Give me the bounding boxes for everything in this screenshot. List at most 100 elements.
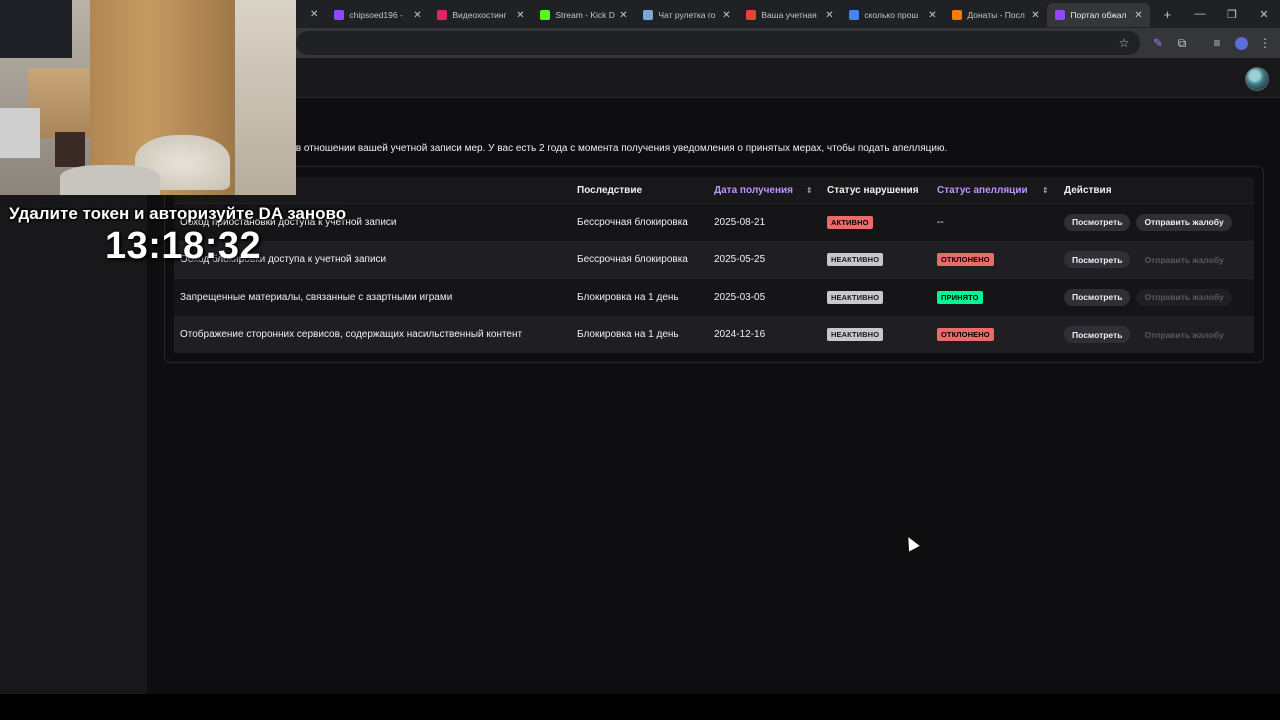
row-date: 2025-03-05	[714, 291, 766, 303]
kick-icon	[540, 10, 551, 20]
table-row: Обход блокировки доступа к учетной запис…	[174, 240, 1254, 279]
table-row: Отображение сторонних сервисов, содержащ…	[174, 315, 1254, 354]
table-header: Последствие Дата получения ⇕ Статус нару…	[174, 177, 1254, 203]
close-tab-icon[interactable]: ✕	[411, 10, 423, 21]
minimize-icon[interactable]: —	[1184, 0, 1216, 28]
send-complaint-button: Отправить жалобу	[1136, 251, 1232, 269]
close-tab-icon[interactable]: ✕	[310, 9, 318, 20]
row-date: 2025-05-25	[714, 254, 766, 266]
row-appeal-cell: ПРИНЯТО	[937, 279, 983, 316]
close-tab-icon[interactable]: ✕	[1132, 10, 1144, 21]
stream-alert-text: Удалите токен и авторизуйте DA заново	[9, 204, 347, 223]
window-controls: — ❐ ✕	[1184, 0, 1280, 28]
close-window-icon[interactable]: ✕	[1248, 0, 1280, 28]
row-violation-cell: НЕАКТИВНО	[827, 242, 884, 279]
browser-tab[interactable]: chipsoed196 - ✕	[326, 3, 429, 27]
tab-title: Видеохостинг	[452, 10, 507, 20]
row-actions: Посмотреть Отправить жалобу	[1064, 204, 1238, 241]
col-actions: Действия	[1064, 184, 1112, 196]
close-tab-icon[interactable]: ✕	[617, 10, 629, 21]
row-reason: Отображение сторонних сервисов, содержащ…	[180, 329, 523, 341]
row-appeal-cell: --	[937, 204, 944, 241]
row-appeal-cell: ОТКЛОНЕНО	[937, 242, 994, 279]
close-tab-icon[interactable]: ✕	[823, 10, 835, 21]
close-tab-icon[interactable]: ✕	[514, 10, 526, 21]
google-icon	[849, 10, 860, 20]
browser-tab[interactable]: сколько прош ✕	[841, 3, 944, 27]
view-button[interactable]: Посмотреть	[1064, 251, 1131, 269]
row-consequence: Бессрочная блокировка	[577, 216, 688, 228]
appeal-status-badge: ОТКЛОНЕНО	[937, 328, 994, 342]
twitch-icon	[334, 10, 345, 20]
taskbar-strip	[0, 694, 1280, 720]
col-date[interactable]: Дата получения	[714, 177, 793, 203]
new-tab-icon[interactable]: +	[1156, 7, 1178, 22]
address-bar[interactable]	[296, 31, 1140, 55]
send-complaint-button: Отправить жалобу	[1136, 326, 1232, 344]
row-date: 2025-08-21	[714, 216, 766, 228]
bookmark-star-icon[interactable]: ☆	[1116, 35, 1132, 51]
stream-clock: 13:18:32	[105, 225, 262, 267]
close-tab-icon[interactable]: ✕	[926, 10, 938, 21]
tab-list: chipsoed196 - ✕ Видеохостинг ✕ Stream - Kick…	[326, 1, 1151, 27]
sort-date-icon[interactable]: ⇕	[806, 177, 813, 203]
appeal-status-empty: --	[937, 216, 944, 228]
col-violation-status: Статус нарушения	[827, 184, 919, 196]
violation-status-badge: АКТИВНО	[827, 215, 873, 229]
row-consequence: Блокировка на 1 день	[577, 329, 679, 341]
send-complaint-button: Отправить жалобу	[1136, 288, 1232, 306]
row-actions: Посмотреть Отправить жалобу	[1064, 242, 1238, 279]
tab-title: Портал обжал	[1070, 10, 1127, 20]
tab-title: Чат рулетка го	[658, 10, 716, 20]
browser-menu-icon[interactable]: ⋮	[1257, 35, 1273, 51]
col-appeal-status[interactable]: Статус апелляции	[937, 177, 1028, 203]
user-avatar[interactable]	[1245, 67, 1269, 91]
restore-icon[interactable]: ❐	[1216, 0, 1248, 28]
row-consequence: Бессрочная блокировка	[577, 254, 688, 266]
tab-title: chipsoed196 -	[349, 10, 403, 20]
row-actions: Посмотреть Отправить жалобу	[1064, 317, 1238, 354]
media-controls-icon[interactable]: ≡	[1209, 35, 1225, 51]
pen-extension-icon[interactable]: ✎	[1150, 35, 1166, 51]
browser-tab[interactable]: Чат рулетка го ✕	[635, 3, 738, 27]
close-tab-icon[interactable]: ✕	[1029, 10, 1041, 21]
webcam-overlay	[0, 0, 296, 195]
profile-avatar-icon[interactable]	[1233, 35, 1249, 51]
tab-title: Stream - Kick D	[555, 10, 615, 20]
row-violation-cell: НЕАКТИВНО	[827, 317, 884, 354]
table-row: Запрещенные материалы, связанные с азарт…	[174, 278, 1254, 316]
row-violation-cell: НЕАКТИВНО	[827, 279, 884, 316]
col-consequence: Последствие	[577, 184, 643, 196]
tab-title: Донаты - Посл	[967, 10, 1025, 20]
table-body: Обход приостановки доступа к учетной зап…	[174, 203, 1254, 353]
view-button[interactable]: Посмотреть	[1064, 288, 1131, 306]
donationalerts-icon	[952, 10, 963, 20]
extensions-puzzle-icon[interactable]: ⧉	[1174, 35, 1190, 51]
browser-tab[interactable]: Видеохостинг ✕	[429, 3, 532, 27]
violation-status-badge: НЕАКТИВНО	[827, 290, 884, 304]
appeal-status-badge: ПРИНЯТО	[937, 290, 983, 304]
tab-title: сколько прош	[864, 10, 919, 20]
send-complaint-button[interactable]: Отправить жалобу	[1136, 213, 1232, 231]
row-violation-cell: АКТИВНО	[827, 204, 873, 241]
close-tab-icon[interactable]: ✕	[720, 10, 732, 21]
browser-tab[interactable]: Ваша учетная ✕	[738, 3, 841, 27]
row-date: 2024-12-16	[714, 329, 766, 341]
browser-tab[interactable]: Донаты - Посл ✕	[944, 3, 1047, 27]
view-button[interactable]: Посмотреть	[1064, 213, 1131, 231]
gmail-icon	[746, 10, 757, 20]
sort-appeal-icon[interactable]: ⇕	[1042, 177, 1049, 203]
violation-status-badge: НЕАКТИВНО	[827, 253, 884, 267]
rutube-icon	[437, 10, 448, 20]
enforcement-panel: Последствие Дата получения ⇕ Статус нару…	[164, 166, 1264, 363]
view-button[interactable]: Посмотреть	[1064, 326, 1131, 344]
row-reason: Запрещенные материалы, связанные с азарт…	[180, 291, 453, 303]
globe-icon	[643, 10, 654, 20]
mouse-cursor	[903, 534, 920, 552]
browser-tab[interactable]: Портал обжал ✕	[1047, 3, 1151, 27]
violation-status-badge: НЕАКТИВНО	[827, 328, 884, 342]
appeal-status-badge: ОТКЛОНЕНО	[937, 253, 994, 267]
browser-tab[interactable]: Stream - Kick D ✕	[532, 3, 635, 27]
row-actions: Посмотреть Отправить жалобу	[1064, 279, 1238, 316]
row-consequence: Блокировка на 1 день	[577, 291, 679, 303]
